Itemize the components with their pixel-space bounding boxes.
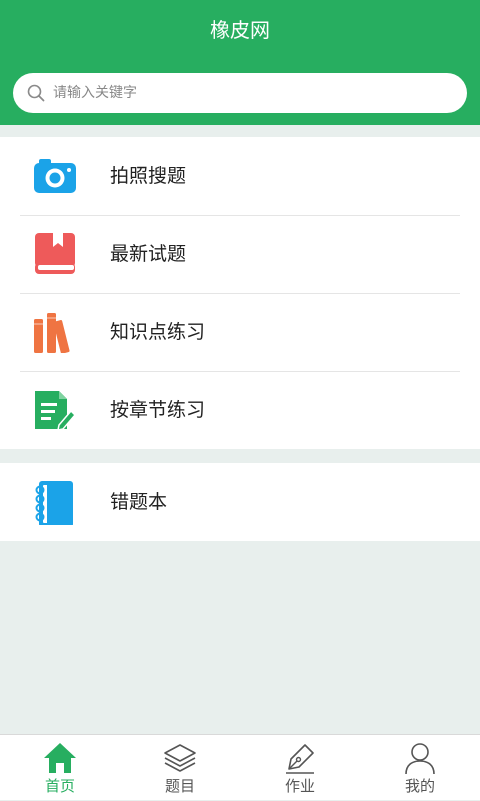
document-pen-icon xyxy=(35,391,77,431)
menu-item-label: 按章节练习 xyxy=(110,399,206,421)
menu-group-secondary: 错题本 xyxy=(0,463,480,541)
tab-profile[interactable]: 我的 xyxy=(360,735,480,801)
search-icon xyxy=(27,84,45,102)
user-icon xyxy=(405,743,435,775)
search-bar[interactable] xyxy=(13,73,467,113)
tab-homework[interactable]: 作业 xyxy=(240,735,360,801)
menu-item-photo-search[interactable]: 拍照搜题 xyxy=(0,137,480,215)
menu-item-chapter-practice[interactable]: 按章节练习 xyxy=(0,371,480,449)
camera-icon xyxy=(34,159,76,193)
book-bookmark-icon xyxy=(35,233,75,274)
tab-home[interactable]: 首页 xyxy=(0,735,120,801)
menu-item-label: 拍照搜题 xyxy=(110,165,187,187)
notebook-icon xyxy=(35,481,73,525)
menu-item-knowledge-practice[interactable]: 知识点练习 xyxy=(0,293,480,371)
tab-label: 题目 xyxy=(164,777,195,795)
tab-label: 首页 xyxy=(44,777,75,795)
layers-icon xyxy=(164,744,196,772)
tab-questions[interactable]: 题目 xyxy=(120,735,240,801)
tab-label: 我的 xyxy=(404,777,435,795)
home-icon xyxy=(44,743,76,773)
menu-item-label: 错题本 xyxy=(110,491,168,513)
header-bar: 橡皮网 xyxy=(0,0,480,125)
menu-item-latest-exams[interactable]: 最新试题 xyxy=(0,215,480,293)
tab-label: 作业 xyxy=(284,777,315,795)
menu-item-mistake-book[interactable]: 错题本 xyxy=(0,463,480,541)
books-icon xyxy=(34,313,70,353)
bottom-tab-bar: 首页 题目 作业 我的 xyxy=(0,734,480,800)
page-title: 橡皮网 xyxy=(210,18,270,42)
search-input[interactable] xyxy=(53,73,453,113)
menu-item-label: 知识点练习 xyxy=(110,321,206,343)
menu-item-label: 最新试题 xyxy=(110,243,187,265)
menu-group-primary: 拍照搜题 最新试题 知识点练习 按章节练习 xyxy=(0,137,480,449)
pen-nib-icon xyxy=(286,744,314,774)
